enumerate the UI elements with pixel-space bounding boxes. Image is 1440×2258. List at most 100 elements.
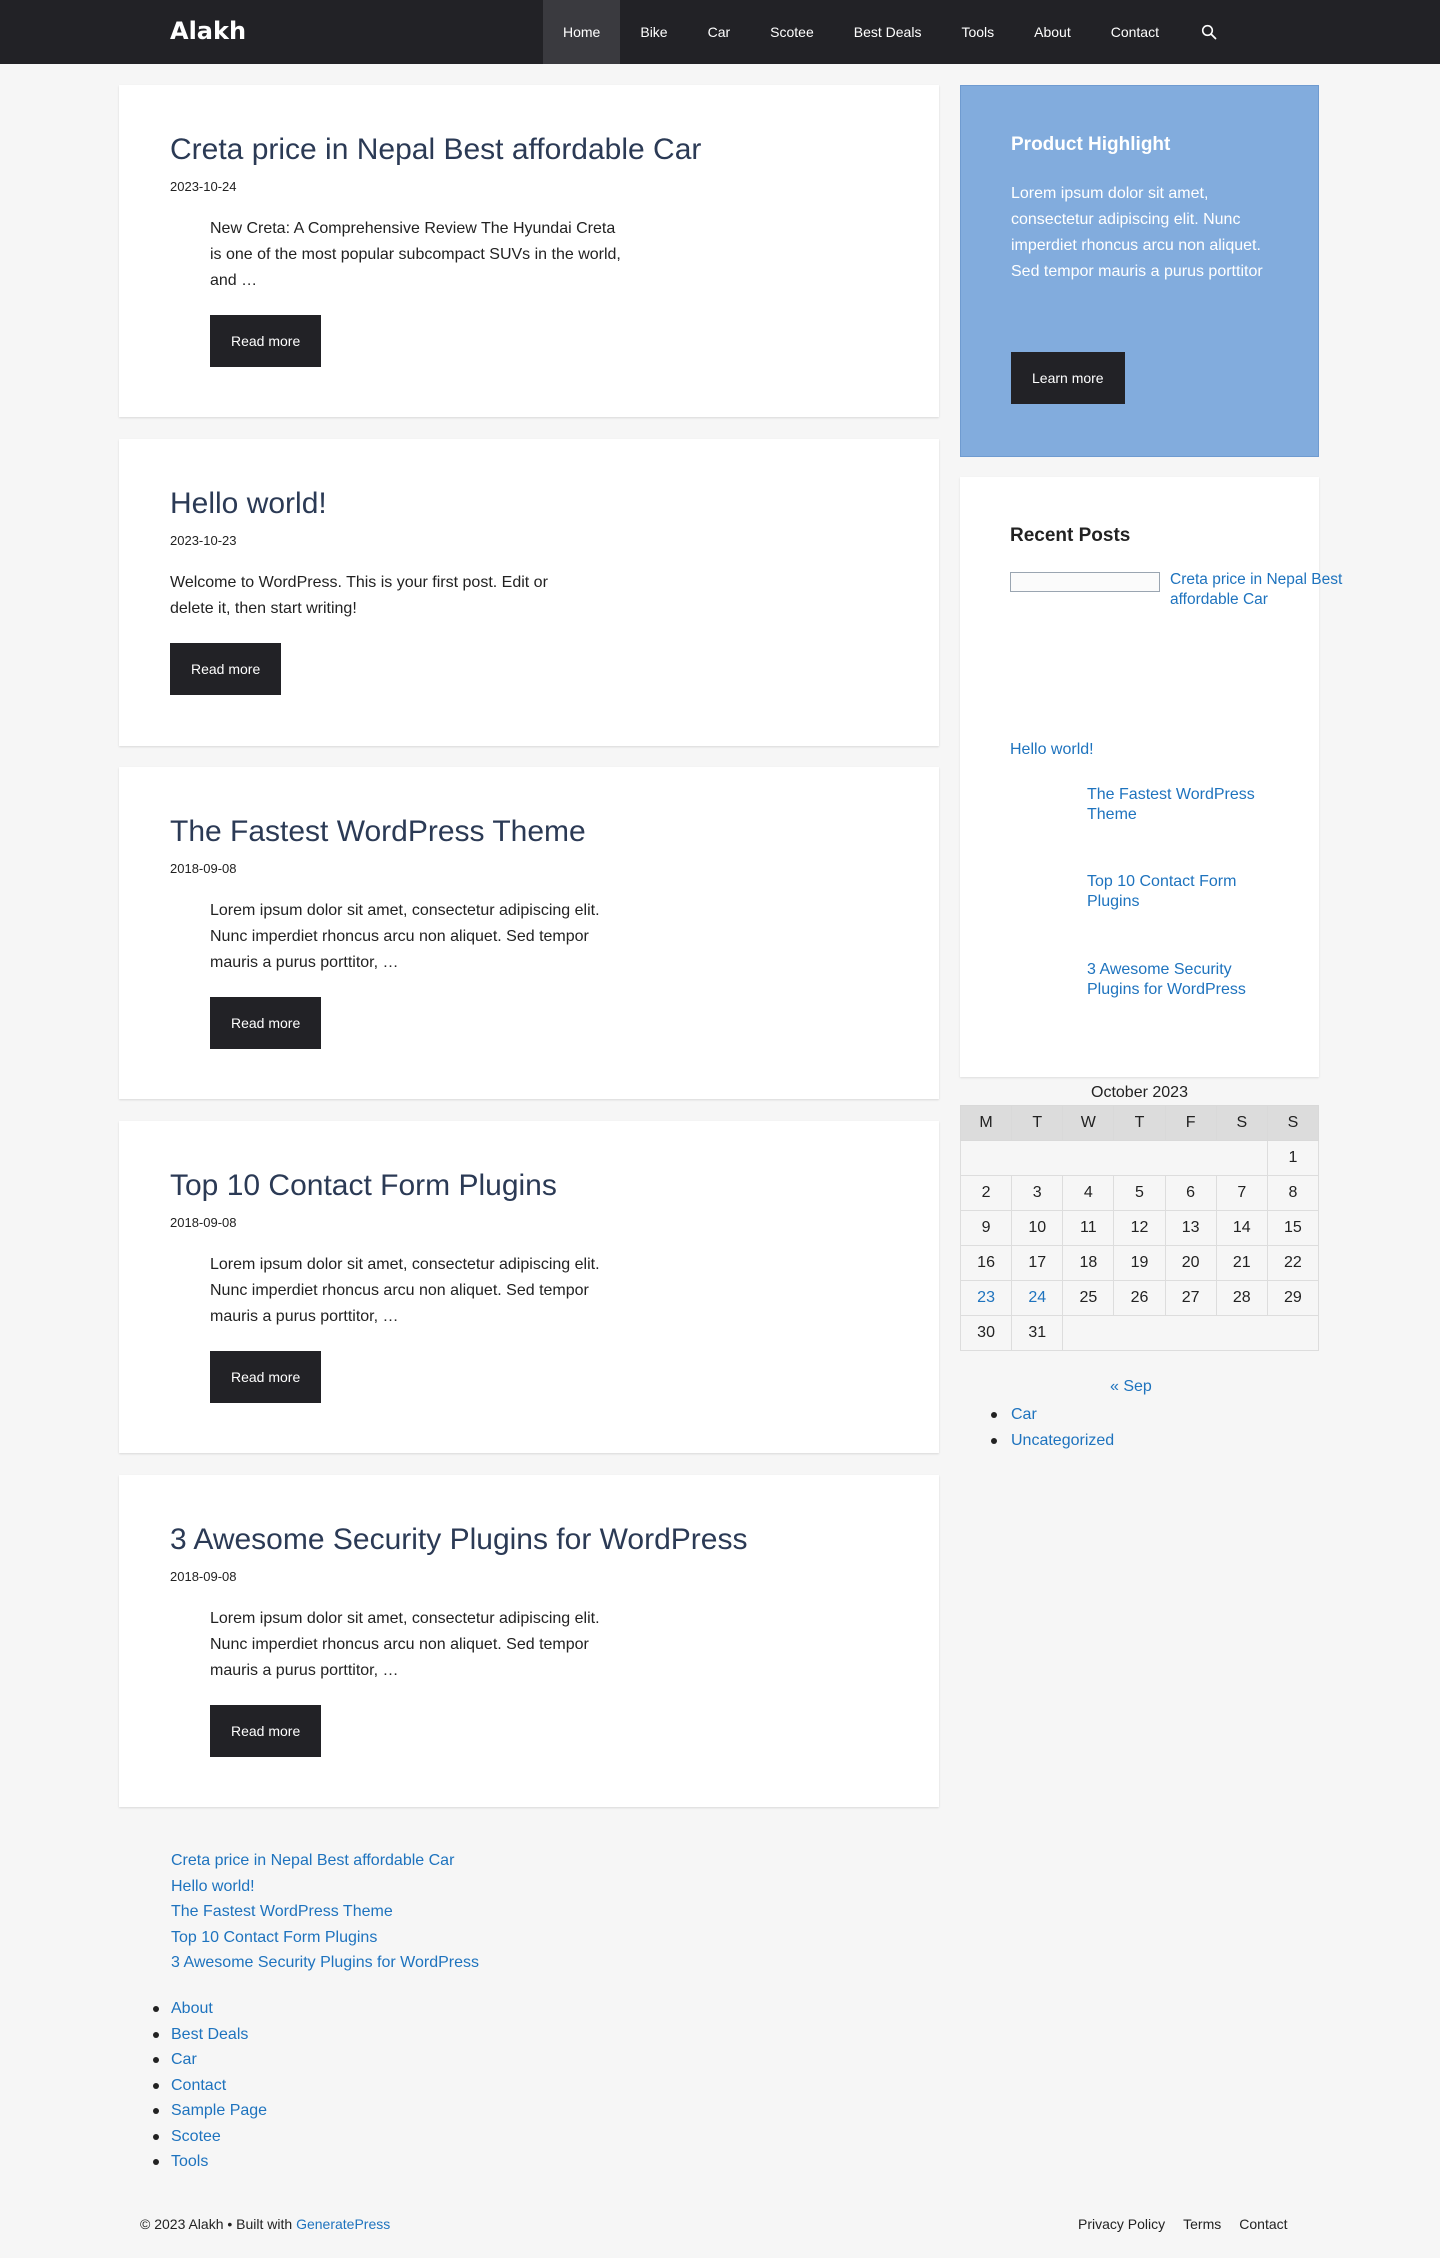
calendar-weekday: T [1011,1105,1064,1141]
nav-item-contact[interactable]: Contact [1091,0,1179,64]
calendar-day-link[interactable]: 24 [1011,1280,1064,1316]
calendar-day: 1 [1266,1140,1320,1176]
recent-post-link[interactable]: Hello world! [1010,740,1094,760]
post-card: 3 Awesome Security Plugins for WordPress… [119,1475,939,1807]
calendar-day: 18 [1062,1245,1115,1281]
post-title[interactable]: Creta price in Nepal Best affordable Car [170,133,701,167]
calendar-prev-link[interactable]: « Sep [1110,1378,1152,1396]
page-link[interactable]: Scotee [171,2128,221,2145]
read-more-button[interactable]: Read more [210,1705,322,1757]
page-link[interactable]: Best Deals [171,2026,248,2043]
promo-title: Product Highlight [1011,134,1171,155]
recent-posts-widget: Recent Posts Creta price in Nepal Best a… [960,477,1342,1077]
search-icon [1201,24,1217,40]
recent-post-link[interactable]: The Fastest WordPress Theme [1087,785,1277,825]
post-title[interactable]: Top 10 Contact Form Plugins [170,1169,557,1203]
read-more-button[interactable]: Read more [210,1351,322,1403]
product-highlight-widget: Product Highlight Lorem ipsum dolor sit … [960,85,1319,457]
calendar-day: 8 [1266,1175,1320,1211]
post-card: The Fastest WordPress Theme 2018-09-08 L… [119,767,939,1099]
post-title[interactable]: The Fastest WordPress Theme [170,815,586,849]
page-item: About [152,1996,267,2022]
generatepress-link[interactable]: GeneratePress [296,2216,390,2232]
calendar-weekday: W [1062,1105,1115,1141]
search-button[interactable] [1179,0,1239,64]
read-more-button[interactable]: Read more [210,997,322,1049]
calendar-day: 11 [1062,1210,1115,1246]
calendar-day: 22 [1266,1245,1320,1281]
footer-link-terms[interactable]: Terms [1183,2216,1221,2232]
footer-post-link[interactable]: 3 Awesome Security Plugins for WordPress [171,1954,479,1971]
calendar-day: 17 [1011,1245,1064,1281]
calendar-day: 14 [1215,1210,1268,1246]
calendar-day: 27 [1164,1280,1217,1316]
calendar-day: 4 [1062,1175,1115,1211]
post-title[interactable]: Hello world! [170,487,327,521]
footer-post-link[interactable]: The Fastest WordPress Theme [171,1903,393,1920]
nav-item-scotee[interactable]: Scotee [750,0,834,64]
page-link[interactable]: Car [171,2051,197,2068]
page-item: Scotee [152,2124,267,2150]
main-nav: Home Bike Car Scotee Best Deals Tools Ab… [543,0,1239,64]
recent-posts-title: Recent Posts [1010,525,1131,546]
post-date: 2018-09-08 [170,1215,237,1230]
page-link[interactable]: Contact [171,2077,226,2094]
recent-post-link[interactable]: Top 10 Contact Form Plugins [1087,872,1277,912]
calendar-day: 20 [1164,1245,1217,1281]
footer-pages-list: About Best Deals Car Contact Sample Page… [152,1996,267,2175]
footer-post-link[interactable]: Top 10 Contact Form Plugins [171,1929,377,1946]
read-more-button[interactable]: Read more [210,315,322,367]
recent-post-link[interactable]: 3 Awesome Security Plugins for WordPress [1087,960,1277,1000]
calendar-day-link[interactable]: 23 [959,1280,1013,1316]
nav-item-best-deals[interactable]: Best Deals [834,0,942,64]
page-link[interactable]: Sample Page [171,2102,267,2119]
learn-more-button[interactable]: Learn more [1011,352,1125,404]
footer-link-privacy[interactable]: Privacy Policy [1078,2216,1165,2232]
footer-link-contact[interactable]: Contact [1239,2216,1287,2232]
calendar-day: 31 [1011,1315,1064,1351]
copyright-text: © 2023 Alakh • Built with [140,2216,297,2232]
post-excerpt: Lorem ipsum dolor sit amet, consectetur … [210,1256,600,1325]
footer-post-link[interactable]: Hello world! [171,1878,255,1895]
page-link[interactable]: Tools [171,2153,208,2170]
calendar-day: 15 [1266,1210,1320,1246]
calendar-day: 3 [1011,1175,1064,1211]
post-excerpt: Lorem ipsum dolor sit amet, consectetur … [210,1610,600,1679]
category-link[interactable]: Car [1011,1406,1037,1423]
post-date: 2018-09-08 [170,1569,237,1584]
site-header: Alakh Home Bike Car Scotee Best Deals To… [0,0,1440,64]
category-link[interactable]: Uncategorized [1011,1432,1114,1449]
calendar-day: 29 [1266,1280,1320,1316]
calendar-weekday: F [1164,1105,1217,1141]
calendar-day: 25 [1062,1280,1115,1316]
post-card: Top 10 Contact Form Plugins 2018-09-08 L… [119,1121,939,1453]
broken-image-thumbnail[interactable] [1010,572,1160,592]
nav-item-about[interactable]: About [1014,0,1091,64]
site-title[interactable]: Alakh [170,17,246,45]
nav-item-home[interactable]: Home [543,0,621,64]
read-more-button[interactable]: Read more [170,643,282,695]
nav-item-bike[interactable]: Bike [620,0,687,64]
post-excerpt: New Creta: A Comprehensive Review The Hy… [210,220,621,289]
calendar-day: 28 [1215,1280,1268,1316]
post-date: 2018-09-08 [170,861,237,876]
post-title[interactable]: 3 Awesome Security Plugins for WordPress [170,1523,747,1557]
calendar-day: 5 [1113,1175,1166,1211]
page-item: Car [152,2047,267,2073]
calendar-day: 7 [1215,1175,1268,1211]
promo-text: Lorem ipsum dolor sit amet, consectetur … [1011,185,1263,280]
calendar-day: 2 [959,1175,1013,1211]
categories-list: Car Uncategorized [990,1402,1114,1454]
category-item: Uncategorized [990,1428,1114,1454]
nav-item-car[interactable]: Car [688,0,751,64]
footer-post-link[interactable]: Creta price in Nepal Best affordable Car [171,1852,454,1869]
recent-post-link[interactable]: Creta price in Nepal Best affordable Car [1170,570,1350,610]
calendar-day: 9 [959,1210,1013,1246]
calendar-weekday: T [1113,1105,1166,1141]
nav-item-tools[interactable]: Tools [941,0,1014,64]
calendar-day: 30 [959,1315,1013,1351]
page-link[interactable]: About [171,2000,213,2017]
calendar-day: 10 [1011,1210,1064,1246]
post-excerpt: Lorem ipsum dolor sit amet, consectetur … [210,902,600,971]
calendar-day: 21 [1215,1245,1268,1281]
